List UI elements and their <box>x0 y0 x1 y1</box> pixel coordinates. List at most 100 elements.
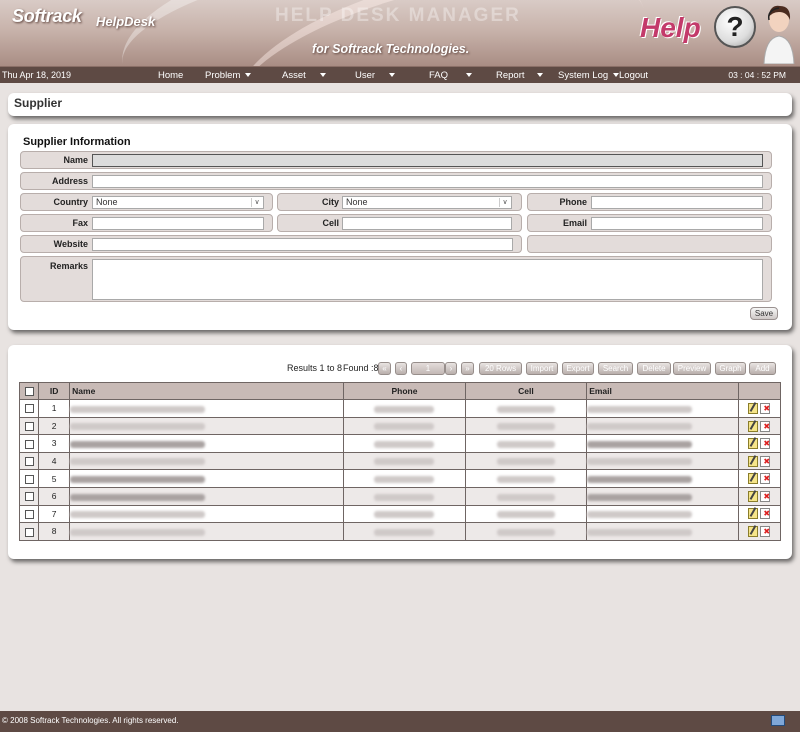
column-header-email[interactable]: Email <box>586 382 739 400</box>
website-field[interactable] <box>92 238 513 251</box>
calculator-icon[interactable] <box>771 715 785 726</box>
row-checkbox[interactable] <box>24 439 34 449</box>
export-button[interactable]: Export <box>562 362 594 375</box>
nav-report[interactable]: Report <box>496 67 543 84</box>
row-checkbox[interactable] <box>24 404 34 414</box>
city-select[interactable]: None ∨ <box>342 196 512 209</box>
delete-icon[interactable] <box>760 455 771 467</box>
row-checkbox[interactable] <box>24 492 34 502</box>
nav-asset[interactable]: Asset <box>282 67 326 84</box>
redacted-text <box>70 475 206 483</box>
table-row[interactable]: 7 <box>18 504 782 524</box>
country-select[interactable]: None ∨ <box>92 196 264 209</box>
rows-per-page-button[interactable]: 20 Rows <box>479 362 522 375</box>
row-checkbox[interactable] <box>24 474 34 484</box>
add-button[interactable]: Add <box>749 362 776 375</box>
table-row[interactable]: 6 <box>18 486 782 506</box>
redacted-text <box>496 511 555 519</box>
delete-button[interactable]: Delete <box>637 362 671 375</box>
delete-icon[interactable] <box>760 420 771 432</box>
cell-field[interactable] <box>342 217 512 230</box>
edit-icon[interactable] <box>748 473 759 485</box>
page-number-input[interactable]: 1 <box>411 362 445 375</box>
nav-system-log[interactable]: System Log <box>558 67 620 84</box>
table-row[interactable]: 5 <box>18 469 782 488</box>
remarks-textarea[interactable] <box>92 259 763 300</box>
next-page-button[interactable]: › <box>445 362 457 375</box>
column-header-phone[interactable]: Phone <box>343 382 466 400</box>
phone-field[interactable] <box>591 196 763 209</box>
edit-icon[interactable] <box>748 438 759 450</box>
nav-user[interactable]: User <box>355 67 396 84</box>
email-label: Email <box>562 218 587 228</box>
row-email <box>586 399 739 418</box>
address-field[interactable] <box>92 175 763 188</box>
table-row[interactable]: 4 <box>18 451 782 471</box>
address-row: Address <box>20 172 772 190</box>
row-email <box>586 416 739 436</box>
row-actions <box>737 416 782 436</box>
main-navbar: Thu Apr 18, 2019 Home Problem Asset User… <box>0 66 800 83</box>
delete-icon[interactable] <box>760 438 771 450</box>
edit-icon[interactable] <box>748 526 759 538</box>
delete-icon[interactable] <box>760 526 771 538</box>
nav-label: Problem <box>205 70 241 81</box>
import-button[interactable]: Import <box>526 362 558 375</box>
delete-icon[interactable] <box>760 473 771 485</box>
delete-icon[interactable] <box>760 402 771 414</box>
redacted-text <box>70 423 206 431</box>
select-all-checkbox[interactable] <box>24 387 34 397</box>
edit-icon[interactable] <box>748 455 759 467</box>
table-row[interactable]: 3 <box>18 434 782 453</box>
last-page-button[interactable]: » <box>461 362 474 375</box>
nav-faq[interactable]: FAQ <box>429 67 473 84</box>
edit-icon[interactable] <box>748 402 759 414</box>
chevron-down-icon <box>245 73 252 78</box>
edit-icon[interactable] <box>748 420 759 432</box>
row-checkbox[interactable] <box>24 509 34 519</box>
row-checkbox[interactable] <box>24 422 34 432</box>
city-label: City <box>321 197 339 207</box>
nav-logout[interactable]: Logout <box>619 67 648 84</box>
fax-field[interactable] <box>92 217 264 230</box>
save-button[interactable]: Save <box>750 307 778 320</box>
redacted-text <box>70 511 206 519</box>
name-row: Name <box>20 151 772 169</box>
redacted-text <box>70 528 206 536</box>
name-field[interactable] <box>92 154 763 167</box>
search-button[interactable]: Search <box>598 362 633 375</box>
nav-label: Logout <box>619 70 649 81</box>
row-id: 2 <box>38 416 71 436</box>
delete-icon[interactable] <box>760 490 771 502</box>
redacted-text <box>587 493 693 501</box>
row-checkbox[interactable] <box>24 457 34 467</box>
supplier-info-form: Supplier Information Name Address Countr… <box>8 124 792 330</box>
preview-button[interactable]: Preview <box>673 362 711 375</box>
row-cell <box>464 469 588 488</box>
supplier-list-panel: Results 1 to 8 Found :8 « ‹ 1 › » 20 Row… <box>8 345 792 559</box>
double-chevron-right-icon: » <box>465 364 470 373</box>
table-row[interactable]: 2 <box>18 416 782 436</box>
nav-home[interactable]: Home <box>158 67 183 84</box>
table-row[interactable]: 1 <box>18 399 782 418</box>
row-cell <box>464 504 588 524</box>
edit-icon[interactable] <box>748 508 759 520</box>
column-header-cell[interactable]: Cell <box>464 382 588 400</box>
delete-icon[interactable] <box>760 508 771 520</box>
email-field[interactable] <box>591 217 763 230</box>
table-row[interactable]: 8 <box>18 522 782 541</box>
column-header-name[interactable]: Name <box>69 382 345 400</box>
nav-problem[interactable]: Problem <box>205 67 252 84</box>
redacted-text <box>374 528 435 536</box>
column-header-id[interactable]: ID <box>38 382 71 400</box>
prev-page-button[interactable]: ‹ <box>395 362 407 375</box>
first-page-button[interactable]: « <box>378 362 391 375</box>
redacted-text <box>496 528 555 536</box>
edit-icon[interactable] <box>748 490 759 502</box>
row-id: 4 <box>38 451 71 471</box>
redacted-text <box>374 511 435 519</box>
chevron-down-icon <box>319 73 326 78</box>
row-checkbox[interactable] <box>24 527 34 537</box>
graph-button[interactable]: Graph <box>715 362 746 375</box>
cell-label: Cell <box>322 218 339 228</box>
